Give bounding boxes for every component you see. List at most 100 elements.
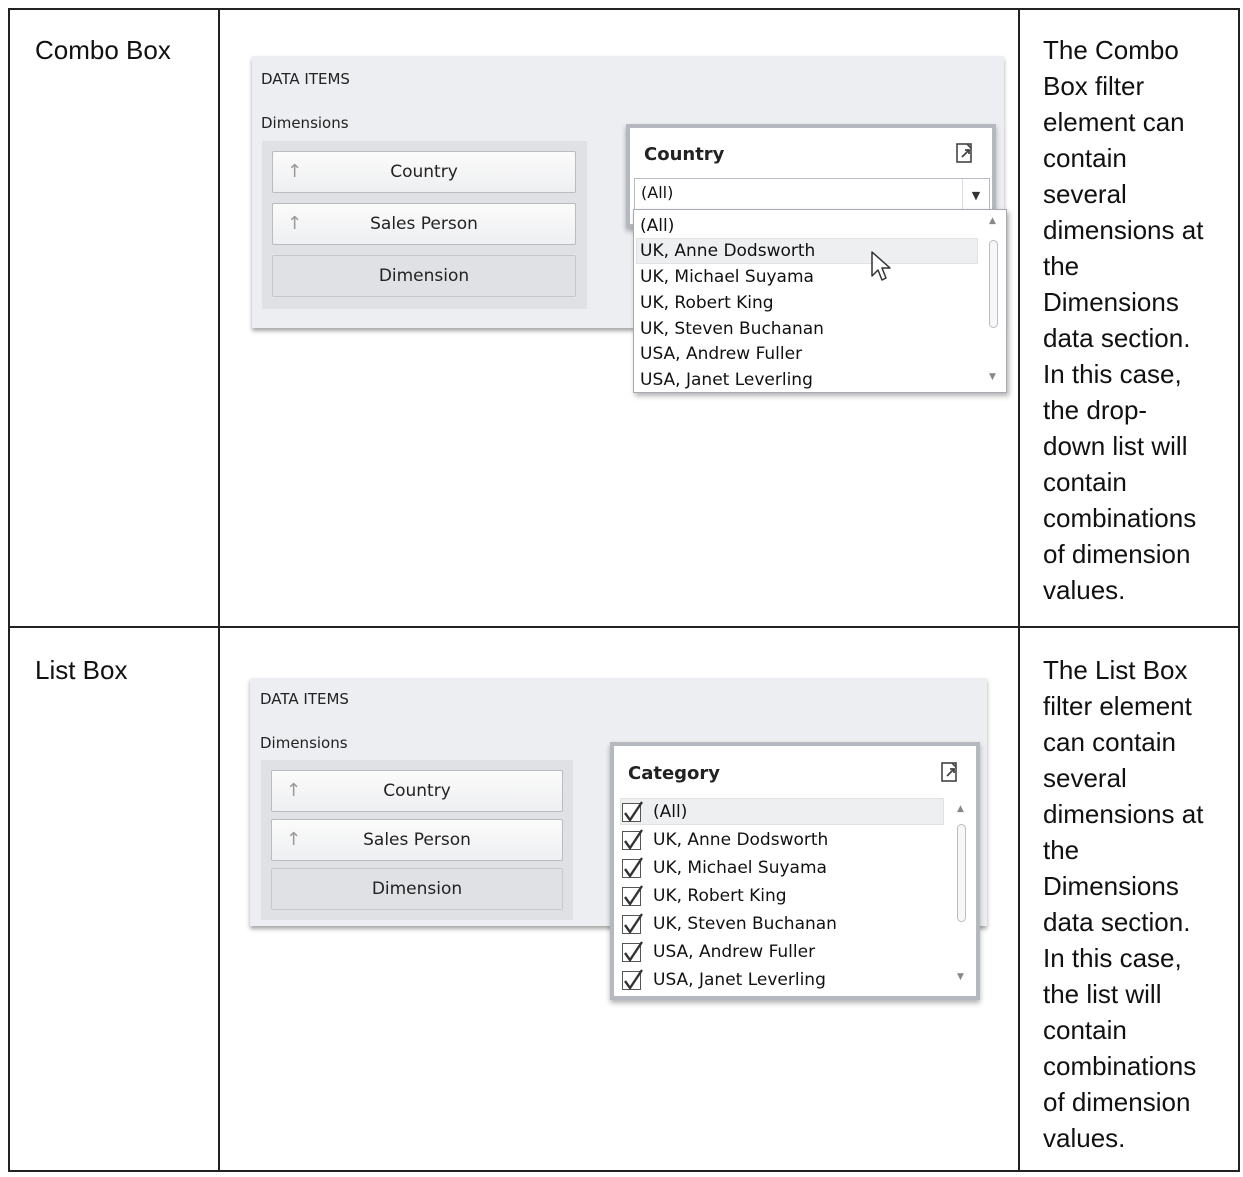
dimension-country-button[interactable]: ↑ Country xyxy=(271,770,563,812)
mouse-cursor-icon xyxy=(871,251,891,281)
scrollbar[interactable]: ▲ ▼ xyxy=(984,212,1004,390)
dimensions-label: Dimensions xyxy=(260,734,348,752)
description-line: element can xyxy=(1043,107,1185,137)
description-line: The Combo xyxy=(1043,35,1179,65)
description-line: In this case, xyxy=(1043,943,1182,973)
description-line: the xyxy=(1043,251,1080,281)
list-item[interactable]: UK, Michael Suyama xyxy=(640,267,814,287)
dimension-label: Country xyxy=(383,781,451,801)
combo-box-input[interactable]: (All) ▼ xyxy=(634,178,990,212)
arrow-up-icon[interactable]: ↑ xyxy=(286,780,301,801)
row-description: The List Box filter element can contain sev… xyxy=(1043,652,1233,1156)
dimension-label: Country xyxy=(390,162,458,182)
list-item[interactable]: UK, Steven Buchanan xyxy=(622,912,837,934)
description-line: In this case, xyxy=(1043,359,1182,389)
row-description: The Combo Box filter element can contain sev… xyxy=(1043,32,1233,608)
description-line: several xyxy=(1043,763,1127,793)
scroll-up-icon[interactable]: ▲ xyxy=(989,216,996,226)
scrollbar-thumb[interactable] xyxy=(957,824,966,922)
dropdown-arrow-icon[interactable]: ▼ xyxy=(962,179,989,211)
export-icon[interactable] xyxy=(954,142,976,164)
description-line: can contain xyxy=(1043,727,1176,757)
scroll-down-icon[interactable]: ▼ xyxy=(957,972,964,982)
checkbox-checked-icon[interactable] xyxy=(622,800,643,822)
dimension-label: Sales Person xyxy=(363,830,471,850)
description-line: data section. xyxy=(1043,323,1191,353)
arrow-up-icon[interactable]: ↑ xyxy=(287,161,302,182)
scroll-down-icon[interactable]: ▼ xyxy=(989,372,996,382)
description-line: Dimensions xyxy=(1043,287,1179,317)
list-item-label: UK, Anne Dodsworth xyxy=(653,830,829,850)
arrow-up-icon[interactable]: ↑ xyxy=(286,829,301,850)
description-line: of dimension xyxy=(1043,539,1191,569)
list-item-label: UK, Michael Suyama xyxy=(653,858,827,878)
description-line: down list will xyxy=(1043,431,1188,461)
dimensions-section: ↑ Country ↑ Sales Person Dimension xyxy=(262,141,587,309)
dimensions-label: Dimensions xyxy=(261,114,349,132)
data-items-title: DATA ITEMS xyxy=(261,70,350,88)
checkbox-checked-icon[interactable] xyxy=(622,828,643,850)
list-item[interactable]: USA, Janet Leverling xyxy=(640,370,813,390)
description-line: Dimensions xyxy=(1043,871,1179,901)
description-line: the list will xyxy=(1043,979,1162,1009)
description-line: filter element xyxy=(1043,691,1192,721)
checkbox-checked-icon[interactable] xyxy=(622,968,643,990)
filter-title: Category xyxy=(628,763,721,784)
description-line: dimensions at xyxy=(1043,799,1204,829)
description-line: combinations xyxy=(1043,1051,1197,1081)
row-name: List Box xyxy=(35,655,128,685)
checkbox-checked-icon[interactable] xyxy=(622,940,643,962)
description-line: contain xyxy=(1043,143,1127,173)
dimension-placeholder[interactable]: Dimension xyxy=(271,868,563,910)
description-line: dimensions at xyxy=(1043,215,1204,245)
list-item[interactable]: UK, Robert King xyxy=(640,293,774,313)
checkbox-checked-icon[interactable] xyxy=(622,884,643,906)
list-item[interactable]: UK, Anne Dodsworth xyxy=(640,241,815,261)
column-divider xyxy=(1018,10,1020,1172)
list-item[interactable]: UK, Anne Dodsworth xyxy=(622,828,829,850)
row-divider xyxy=(10,626,1240,628)
scrollbar[interactable]: ▲ ▼ xyxy=(952,800,972,990)
combo-dropdown-list: (All) UK, Anne Dodsworth UK, Michael Suy… xyxy=(633,209,1007,393)
list-item[interactable]: USA, Andrew Fuller xyxy=(622,940,815,962)
list-item-label: UK, Steven Buchanan xyxy=(653,914,837,934)
dimensions-section: ↑ Country ↑ Sales Person Dimension xyxy=(261,760,573,920)
description-line: of dimension xyxy=(1043,1087,1191,1117)
dimension-placeholder-label: Dimension xyxy=(371,879,463,899)
list-item[interactable]: (All) xyxy=(640,216,674,236)
checkbox-checked-icon[interactable] xyxy=(622,856,643,878)
dimension-sales-person-button[interactable]: ↑ Sales Person xyxy=(271,819,563,861)
combo-selected-value: (All) xyxy=(641,183,674,202)
description-line: data section. xyxy=(1043,907,1191,937)
list-item[interactable]: UK, Michael Suyama xyxy=(622,856,827,878)
dimension-placeholder-label: Dimension xyxy=(378,266,470,286)
scrollbar-thumb[interactable] xyxy=(989,240,998,328)
list-item[interactable]: USA, Janet Leverling xyxy=(622,968,826,990)
description-line: values. xyxy=(1043,575,1126,605)
description-line: values. xyxy=(1043,1123,1126,1153)
description-line: contain xyxy=(1043,1015,1127,1045)
filter-title: Country xyxy=(644,144,725,165)
description-line: contain xyxy=(1043,467,1127,497)
dimension-country-button[interactable]: ↑ Country xyxy=(272,151,576,193)
dimension-sales-person-button[interactable]: ↑ Sales Person xyxy=(272,203,576,245)
list-item-label: UK, Robert King xyxy=(653,886,787,906)
list-item[interactable]: UK, Robert King xyxy=(622,884,787,906)
scroll-up-icon[interactable]: ▲ xyxy=(957,804,964,814)
row-name: Combo Box xyxy=(35,35,171,65)
checkbox-checked-icon[interactable] xyxy=(622,912,643,934)
description-line: Box filter xyxy=(1043,71,1145,101)
description-line: the drop- xyxy=(1043,395,1148,425)
description-line: several xyxy=(1043,179,1127,209)
list-item[interactable]: (All) xyxy=(622,800,687,822)
row-divider xyxy=(10,1170,1240,1172)
list-item-label: USA, Janet Leverling xyxy=(653,970,826,990)
description-line: The List Box xyxy=(1043,655,1188,685)
arrow-up-icon[interactable]: ↑ xyxy=(287,213,302,234)
data-items-title: DATA ITEMS xyxy=(260,690,349,708)
dimension-label: Sales Person xyxy=(370,214,478,234)
dimension-placeholder[interactable]: Dimension xyxy=(272,255,576,297)
list-item[interactable]: USA, Andrew Fuller xyxy=(640,344,802,364)
export-icon[interactable] xyxy=(939,761,961,783)
list-item[interactable]: UK, Steven Buchanan xyxy=(640,319,824,339)
